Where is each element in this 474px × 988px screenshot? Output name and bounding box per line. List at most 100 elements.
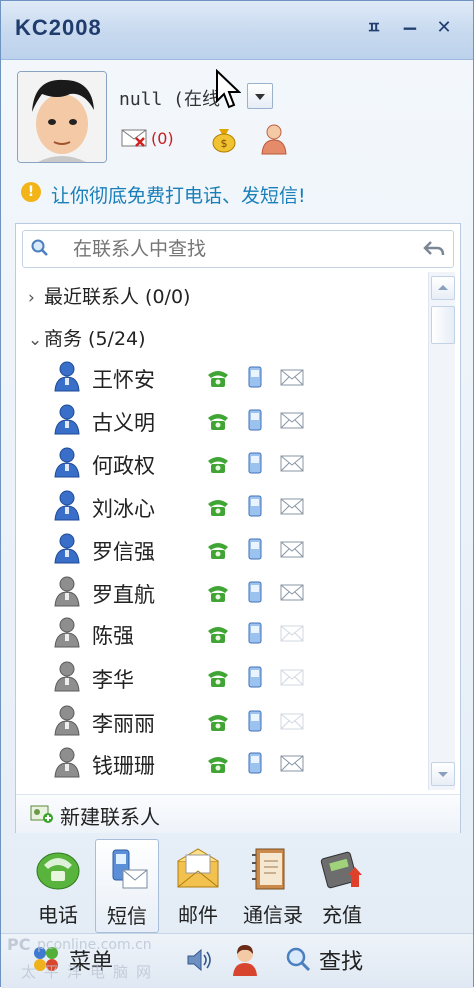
find-label[interactable]: 查找 [319, 944, 363, 976]
toolbar-mail-button[interactable]: 邮件 [167, 839, 229, 931]
mouse-cursor-icon [216, 69, 241, 109]
speaker-icon[interactable] [185, 946, 213, 974]
status-dropdown-button[interactable] [247, 83, 273, 109]
scrollbar[interactable] [428, 272, 455, 790]
add-contact-icon [30, 805, 53, 823]
contact-status-icon [54, 747, 80, 778]
promo-banner[interactable]: ! 让你彻底免费打电话、发短信! [15, 179, 474, 207]
mobile-icon[interactable] [248, 409, 262, 431]
call-icon[interactable] [206, 583, 230, 603]
watermark-domain: pconline.com.cn [37, 937, 152, 953]
contact-name: 陈强 [92, 624, 134, 648]
sms-envelope-icon[interactable] [280, 625, 304, 642]
contact-row[interactable]: 陈强 [52, 614, 422, 654]
mobile-icon[interactable] [248, 622, 262, 644]
contacts-panel: › 最近联系人 (0/0) ⌄商务 (5/24) 王怀安古义明何政权刘冰心罗信强罗直航… [15, 223, 461, 833]
call-icon[interactable] [206, 668, 230, 688]
promo-text[interactable]: 让你彻底免费打电话、发短信! [51, 181, 306, 208]
group-recent-contacts[interactable]: › 最近联系人 (0/0) [28, 282, 190, 309]
sms-envelope-icon[interactable] [280, 669, 304, 686]
call-icon[interactable] [206, 712, 230, 732]
sms-envelope-icon[interactable] [280, 369, 304, 386]
contact-status-icon [54, 533, 80, 564]
search-box[interactable] [22, 230, 454, 268]
sms-envelope-icon[interactable] [280, 755, 304, 772]
address-book-icon [252, 848, 285, 890]
contact-row[interactable]: 王怀安 [52, 358, 422, 398]
toolbar-address-book-button[interactable]: 通信录 [239, 839, 307, 931]
scroll-down-button[interactable] [431, 762, 455, 786]
minimize-button[interactable]: − [397, 15, 423, 41]
sms-envelope-icon[interactable] [280, 713, 304, 730]
new-contact-button[interactable]: 新建联系人 [16, 794, 460, 833]
sms-envelope-icon[interactable] [280, 412, 304, 429]
contact-row[interactable]: 钱珊珊 [52, 744, 422, 784]
contact-row[interactable]: 李华 [52, 658, 422, 698]
group-business[interactable]: ⌄商务 (5/24) [28, 324, 146, 351]
scroll-up-button[interactable] [431, 276, 455, 300]
contact-name: 刘冰心 [92, 497, 155, 521]
sms-icon [112, 849, 148, 889]
mobile-icon[interactable] [248, 366, 262, 388]
sms-envelope-icon[interactable] [280, 584, 304, 601]
mobile-icon[interactable] [248, 666, 262, 688]
contact-row[interactable]: 罗直航 [52, 573, 422, 613]
user-icon[interactable] [231, 944, 259, 976]
kc2008-window: KC2008 ㅍ − ✕ null (在线 (0) $ ! 让你彻底免费打电话、… [0, 0, 474, 988]
sms-envelope-icon[interactable] [280, 455, 304, 472]
close-button[interactable]: ✕ [431, 15, 457, 41]
avatar-image [18, 72, 106, 162]
mobile-icon[interactable] [248, 538, 262, 560]
window-title: KC2008 [15, 15, 102, 40]
watermark-site-name: 太平洋电脑网 [21, 963, 160, 981]
contact-status-icon [54, 661, 80, 692]
sms-envelope-icon[interactable] [280, 541, 304, 558]
unread-mail-count: (0) [151, 129, 174, 148]
mobile-icon[interactable] [248, 495, 262, 517]
back-arrow-icon[interactable] [423, 239, 445, 259]
contact-status-icon [54, 447, 80, 478]
contact-name: 钱珊珊 [92, 754, 155, 778]
toolbar-sms-button[interactable]: 短信 [95, 839, 159, 933]
call-icon[interactable] [206, 540, 230, 560]
call-icon[interactable] [206, 497, 230, 517]
phone-icon [36, 852, 80, 890]
call-icon[interactable] [206, 754, 230, 774]
group-label: 商务 (5/24) [44, 328, 146, 350]
toolbar-recharge-button[interactable]: 充值 [311, 839, 373, 931]
expand-arrow-icon: ⌄ [28, 330, 43, 350]
mobile-icon[interactable] [248, 581, 262, 603]
user-avatar[interactable] [17, 71, 107, 163]
toolbar-phone-button[interactable]: 电话 [27, 839, 89, 931]
mobile-icon[interactable] [248, 710, 262, 732]
call-icon[interactable] [206, 624, 230, 644]
contact-name: 王怀安 [92, 368, 155, 392]
contact-row[interactable]: 李丽丽 [52, 702, 422, 742]
call-icon[interactable] [206, 368, 230, 388]
toolbar-mail-label: 邮件 [178, 903, 218, 927]
toolbar-recharge-label: 充值 [322, 903, 362, 927]
scroll-thumb[interactable] [431, 306, 455, 344]
mail-icon[interactable] [121, 129, 147, 147]
main-toolbar: 电话 短信 邮件 通信录 充值 [1, 839, 473, 933]
contact-status-icon [54, 576, 80, 607]
pin-button[interactable]: ㅍ [361, 15, 387, 41]
recharge-icon [320, 851, 362, 889]
mail-icon [177, 848, 219, 888]
call-icon[interactable] [206, 411, 230, 431]
contact-row[interactable]: 罗信强 [52, 530, 422, 570]
mobile-icon[interactable] [248, 752, 262, 774]
sms-envelope-icon[interactable] [280, 498, 304, 515]
contact-row[interactable]: 刘冰心 [52, 487, 422, 527]
title-bar[interactable]: KC2008 ㅍ − ✕ [1, 1, 473, 60]
scroll-down-icon [438, 772, 448, 777]
profile-icon[interactable] [259, 123, 289, 155]
search-input[interactable] [71, 234, 405, 264]
contact-row[interactable]: 古义明 [52, 401, 422, 441]
svg-text:$: $ [221, 137, 228, 150]
money-bag-icon[interactable]: $ [209, 125, 239, 153]
contact-row[interactable]: 何政权 [52, 444, 422, 484]
find-icon[interactable] [285, 946, 311, 972]
mobile-icon[interactable] [248, 452, 262, 474]
call-icon[interactable] [206, 454, 230, 474]
